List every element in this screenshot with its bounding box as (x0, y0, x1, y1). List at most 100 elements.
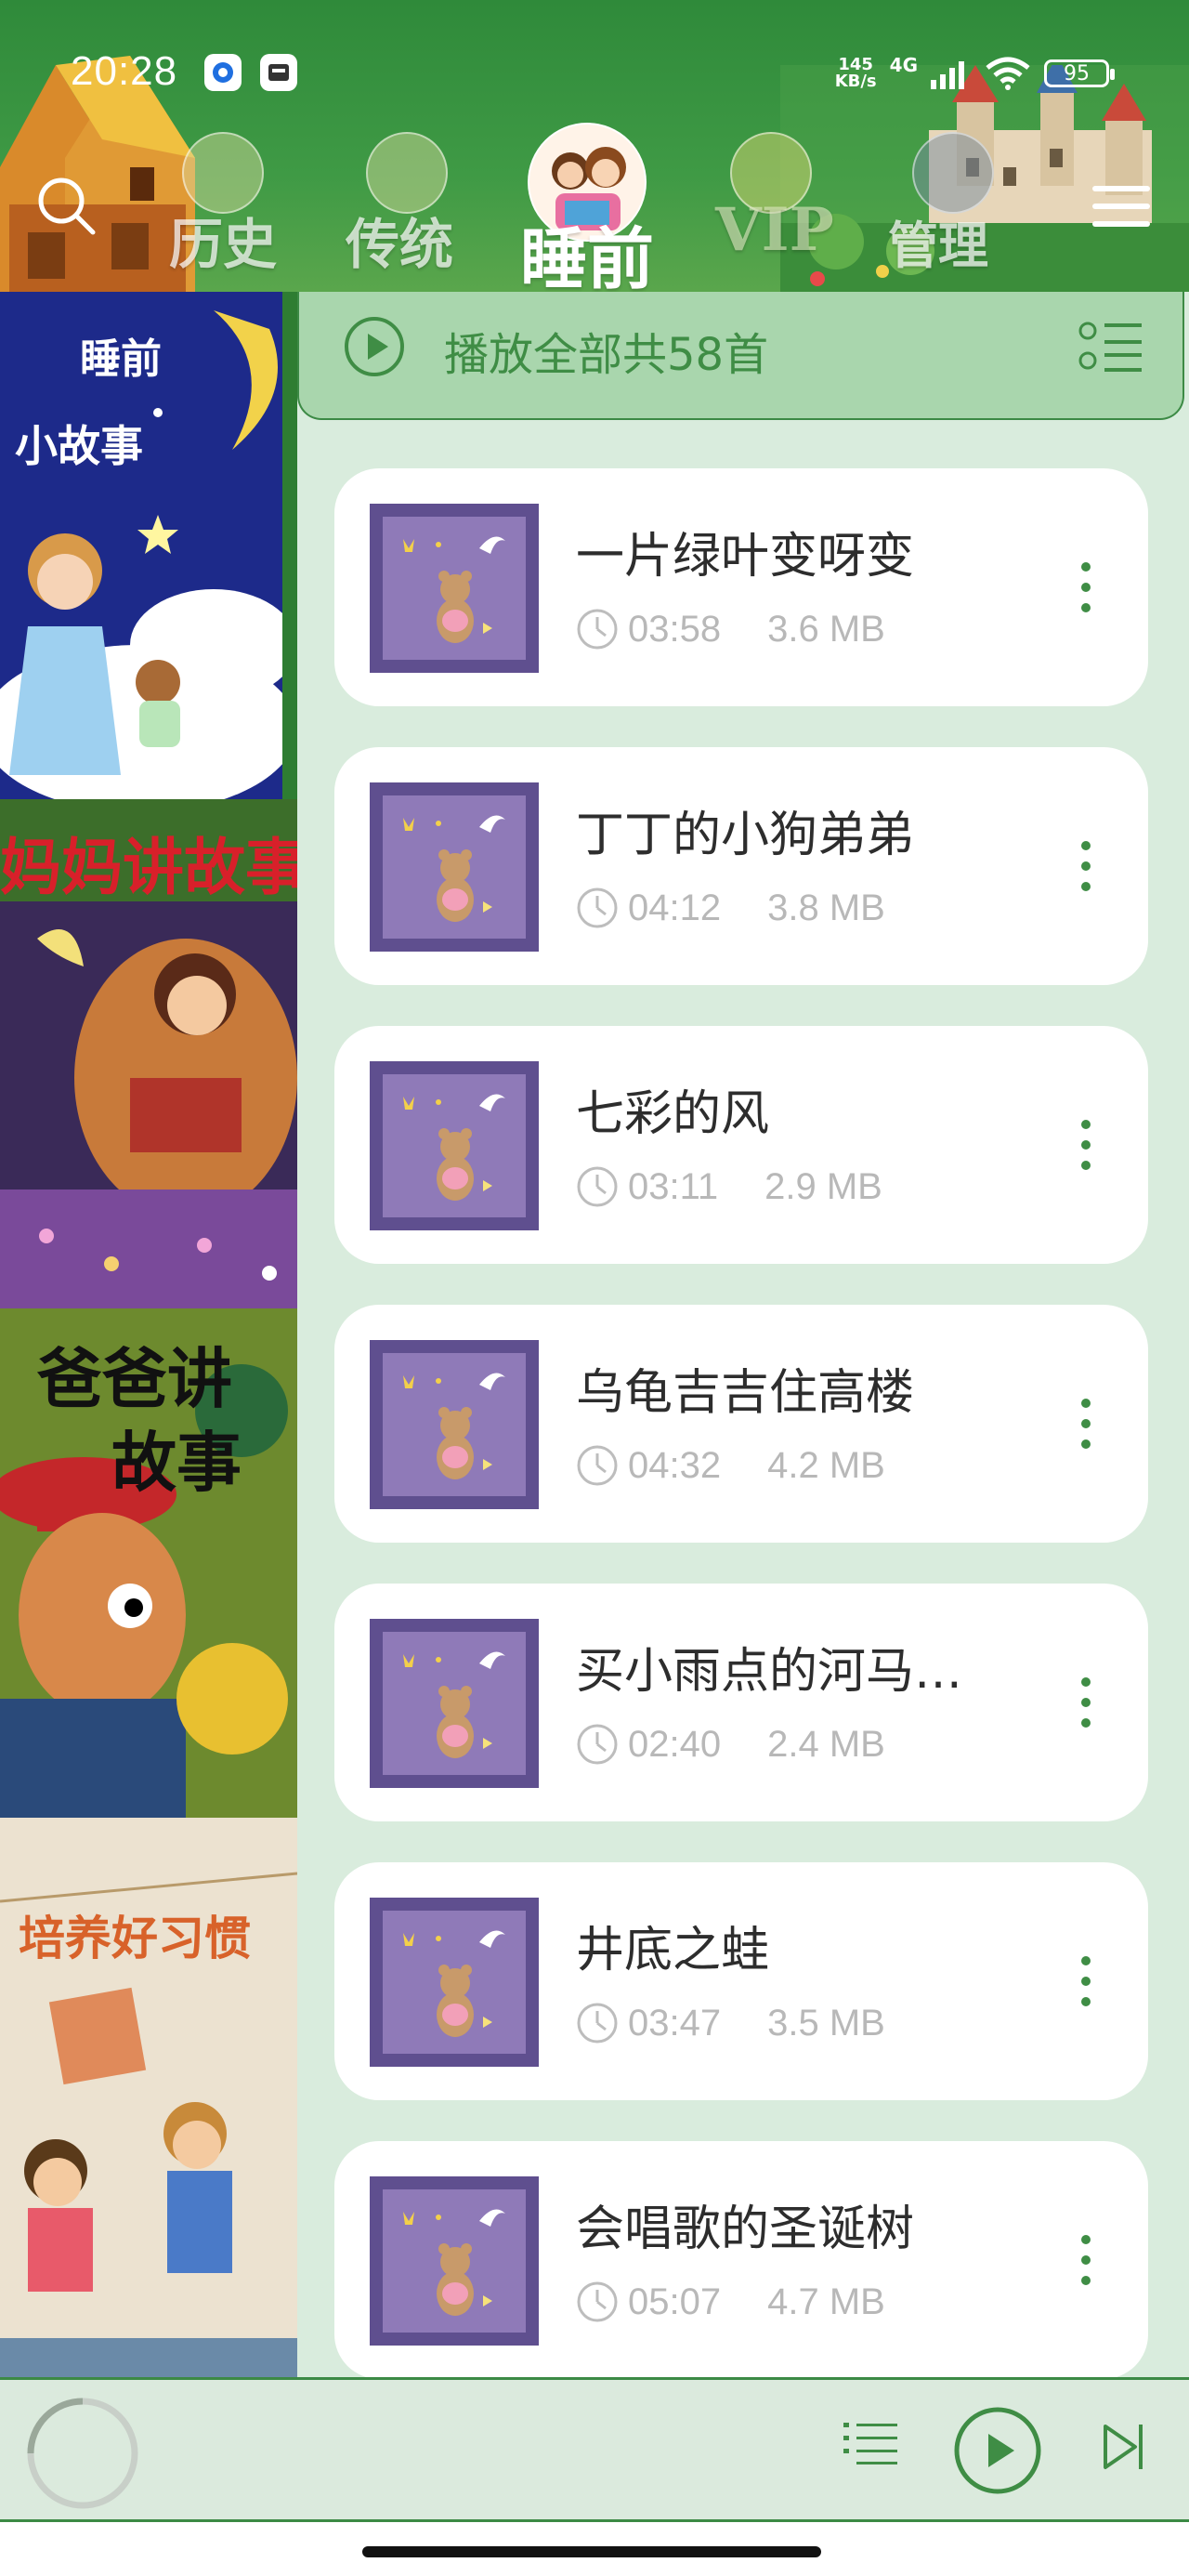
song-size: 3.5 MB (767, 2002, 885, 2044)
more-options-icon[interactable] (1079, 1675, 1092, 1730)
album-cover-dad[interactable]: 爸爸讲 故事 (0, 1308, 297, 1818)
tab-traditional[interactable]: 传统 (346, 201, 453, 279)
album-cover-habits[interactable]: 培养好习惯 (0, 1818, 297, 2381)
clock-icon (577, 1724, 618, 1765)
network-speed: 145 KB/s (835, 57, 877, 90)
top-header: 20:28 145 KB/s 4G 95 历史 传统 睡前 VIP 管理 (0, 0, 1189, 292)
bear-moon-icon (403, 2209, 505, 2316)
song-size: 2.4 MB (767, 1723, 885, 1765)
cover-title-line2: 故事 (111, 1424, 242, 1501)
album-cover-column: 睡前 小故事 妈妈讲故事 爸爸讲 故事 培养好习惯 (0, 292, 297, 2381)
song-thumbnail (370, 1619, 539, 1788)
more-options-icon[interactable] (1079, 559, 1092, 615)
clock-icon (577, 2281, 618, 2322)
song-card[interactable]: 乌龟吉吉住高楼 04:32 4.2 MB (334, 1305, 1148, 1543)
more-options-icon[interactable] (1079, 1117, 1092, 1173)
song-list-panel: 播放全部共58首 一片绿叶变呀变 03:58 3.6 MB 丁丁的小狗弟弟 04:12 3… (297, 292, 1189, 2381)
song-thumbnail (370, 1340, 539, 1509)
thumbnail-art (383, 795, 526, 939)
cover-title-line1: 爸爸讲 (37, 1340, 232, 1417)
bear-moon-icon (403, 1094, 505, 1201)
tab-bedtime[interactable]: 睡前 (520, 204, 654, 292)
clock-icon (577, 887, 618, 928)
play-all-label[interactable]: 播放全部共58首 (444, 318, 768, 383)
thumbnail-art (383, 1632, 526, 1775)
song-size: 2.9 MB (764, 1165, 882, 1207)
app-notification-icon (260, 54, 297, 91)
thumbnail-art (383, 517, 526, 660)
status-right: 145 KB/s 4G 95 (835, 52, 1115, 95)
song-card[interactable]: 买小雨点的河马… 02:40 2.4 MB (334, 1584, 1148, 1821)
song-size: 4.2 MB (767, 1444, 885, 1486)
song-title: 井底之蛙 (576, 1923, 770, 1978)
tab-vip[interactable]: VIP (715, 195, 834, 265)
play-all-bar[interactable]: 播放全部共58首 (297, 292, 1184, 420)
next-track-icon[interactable] (1102, 2421, 1144, 2473)
song-meta: 03:47 3.5 MB (576, 2002, 885, 2044)
thumbnail-art (383, 1911, 526, 2054)
song-meta: 03:11 2.9 MB (576, 1165, 882, 1208)
song-meta: 02:40 2.4 MB (576, 1723, 885, 1766)
more-options-icon[interactable] (1079, 1396, 1092, 1452)
more-options-icon[interactable] (1079, 2232, 1092, 2288)
cover-title: 培养好习惯 (19, 1911, 251, 1965)
song-card[interactable]: 会唱歌的圣诞树 05:07 4.7 MB (334, 2141, 1148, 2379)
more-options-icon[interactable] (1079, 1953, 1092, 2009)
more-options-icon[interactable] (1079, 838, 1092, 894)
song-duration: 03:58 (628, 608, 722, 650)
song-thumbnail (370, 504, 539, 673)
bear-moon-icon (403, 536, 505, 643)
song-thumbnail (370, 2176, 539, 2346)
song-duration: 04:32 (628, 1444, 722, 1486)
thumbnail-art (383, 1074, 526, 1217)
song-size: 3.8 MB (767, 887, 885, 928)
play-circle-icon[interactable] (344, 316, 405, 377)
song-duration: 02:40 (628, 1723, 722, 1765)
song-thumbnail (370, 1898, 539, 2067)
song-card[interactable]: 七彩的风 03:11 2.9 MB (334, 1026, 1148, 1264)
play-icon[interactable] (953, 2406, 1042, 2495)
signal-icon (931, 61, 964, 89)
song-thumbnail (370, 1061, 539, 1230)
song-title: 丁丁的小狗弟弟 (576, 808, 915, 863)
loading-spinner-icon (27, 2398, 138, 2509)
song-duration: 05:07 (628, 2280, 722, 2322)
album-cover-bedtime[interactable]: 睡前 小故事 (0, 292, 297, 799)
song-size: 3.6 MB (767, 608, 885, 650)
list-view-icon[interactable] (1078, 320, 1143, 374)
tab-manage[interactable]: 管理 (888, 204, 988, 278)
menu-icon[interactable] (1092, 184, 1150, 229)
playlist-icon[interactable] (843, 2419, 897, 2465)
mini-player (0, 2377, 1189, 2522)
song-duration: 03:47 (628, 2002, 722, 2044)
clock-icon (577, 2003, 618, 2044)
song-card[interactable]: 丁丁的小狗弟弟 04:12 3.8 MB (334, 747, 1148, 985)
song-title: 乌龟吉吉住高楼 (576, 1365, 915, 1421)
song-card[interactable]: 井底之蛙 03:47 3.5 MB (334, 1862, 1148, 2100)
song-size: 4.7 MB (767, 2280, 885, 2322)
song-thumbnail (370, 782, 539, 952)
bear-moon-icon (403, 1373, 505, 1479)
cover-title-line1: 睡前 (80, 335, 162, 383)
song-duration: 04:12 (628, 887, 722, 928)
song-card[interactable]: 一片绿叶变呀变 03:58 3.6 MB (334, 468, 1148, 706)
search-icon[interactable] (35, 175, 97, 236)
cover-title: 妈妈讲故事 (0, 831, 297, 903)
tab-history[interactable]: 历史 (169, 201, 277, 279)
song-title: 一片绿叶变呀变 (576, 529, 915, 585)
song-meta: 03:58 3.6 MB (576, 608, 885, 651)
network-speed-unit: KB/s (834, 72, 877, 91)
manage-icon (912, 132, 994, 214)
song-meta: 05:07 4.7 MB (576, 2280, 885, 2323)
song-meta: 04:12 3.8 MB (576, 887, 885, 929)
song-title: 买小雨点的河马… (576, 1644, 963, 1700)
home-indicator[interactable] (362, 2546, 821, 2557)
song-meta: 04:32 4.2 MB (576, 1444, 885, 1487)
battery-level: 95 (1064, 61, 1090, 85)
app-notification-icon (204, 54, 242, 91)
song-title: 七彩的风 (576, 1086, 770, 1142)
bear-moon-icon (403, 1651, 505, 1758)
album-cover-mom[interactable]: 妈妈讲故事 (0, 799, 297, 1308)
wifi-icon (986, 57, 1030, 90)
clock-icon (577, 609, 618, 650)
